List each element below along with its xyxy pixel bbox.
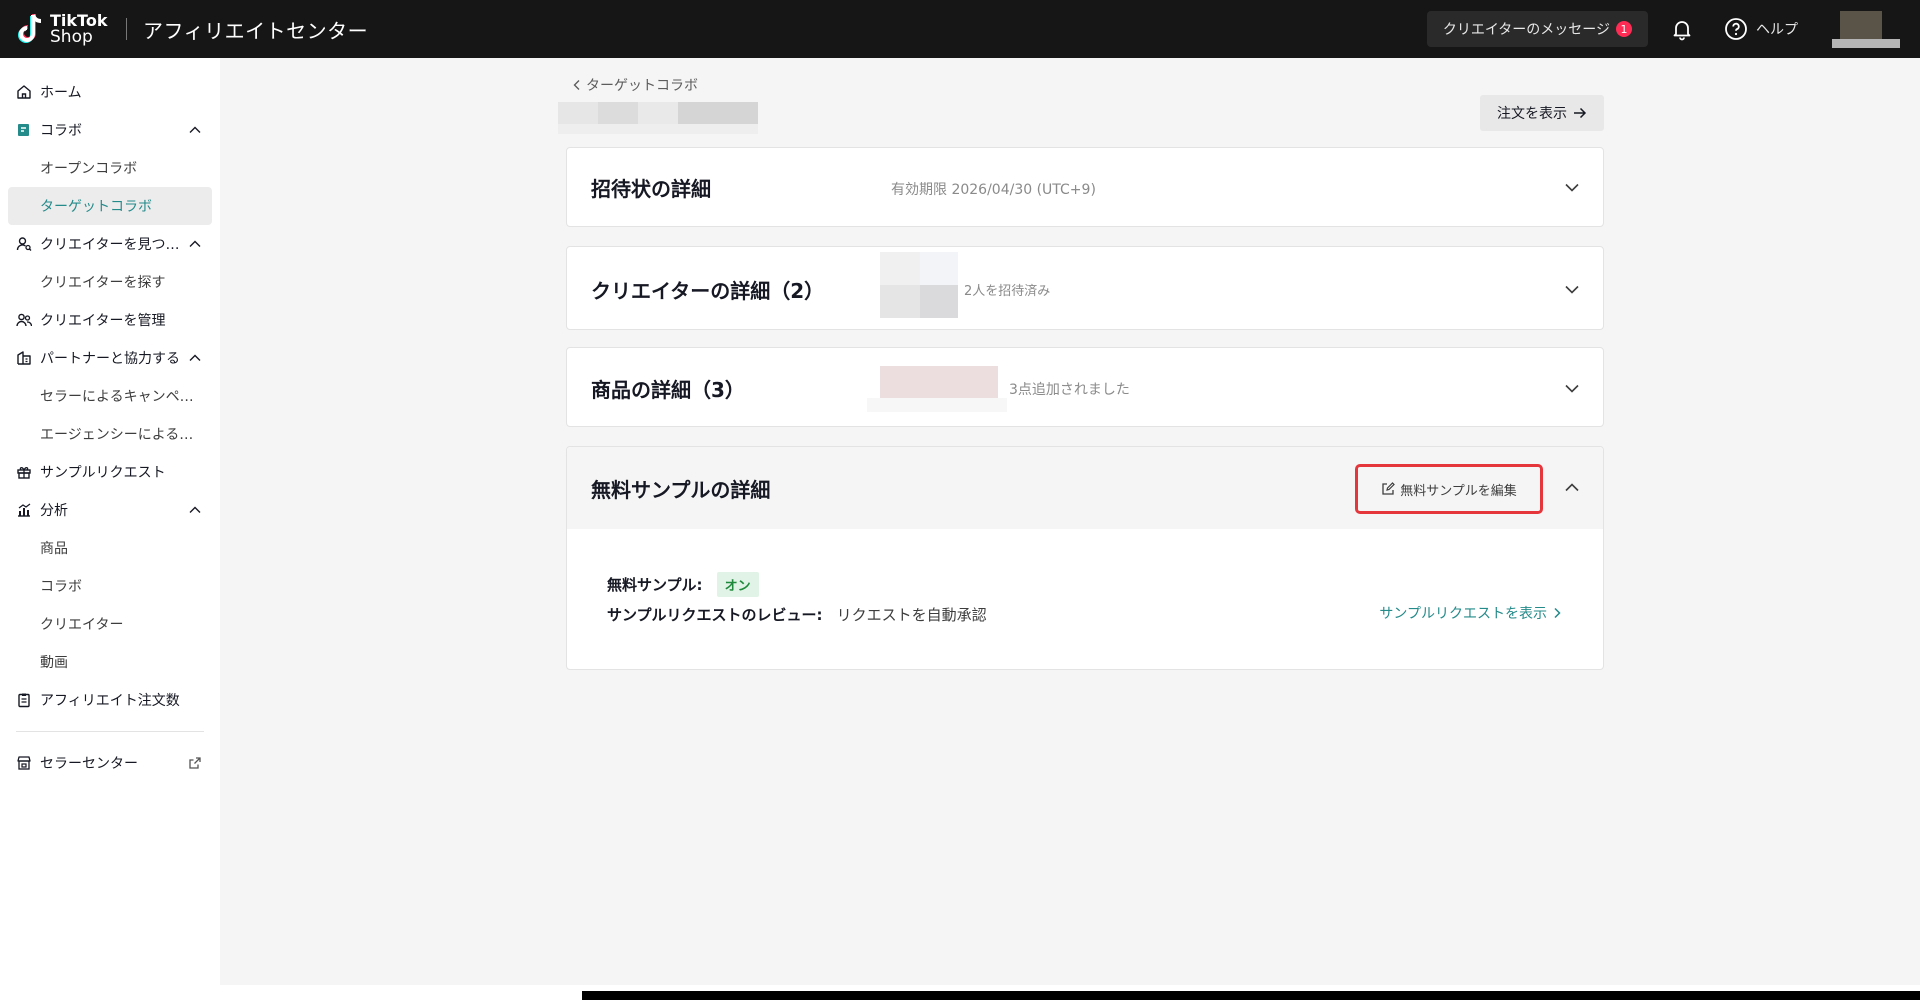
invite-expiry: 有効期限 2026/04/30 (UTC+9) xyxy=(891,182,1096,198)
sidebar-item-agency[interactable]: エージェンシーによる… xyxy=(0,415,220,453)
view-orders-button[interactable]: 注文を表示 xyxy=(1480,95,1604,131)
chevron-down-icon[interactable] xyxy=(1563,178,1581,196)
status-badge: オン xyxy=(716,571,759,597)
sidebar-item-products[interactable]: 商品 xyxy=(0,529,220,567)
sidebar-item-videos[interactable]: 動画 xyxy=(0,643,220,681)
free-sample-details-card: 無料サンプルの詳細 無料サンプルを編集 無料サンプル: オン サンプルリクエスト… xyxy=(566,446,1604,670)
chevron-up-icon[interactable] xyxy=(188,123,202,137)
tiktok-shop-logo[interactable]: TikTok Shop xyxy=(16,0,112,58)
sidebar-item-collab[interactable]: コラボ xyxy=(0,111,220,149)
sidebar-item-sample-request[interactable]: サンプルリクエスト xyxy=(0,453,220,491)
sidebar-item-manage-creators[interactable]: クリエイターを管理 xyxy=(0,301,220,339)
sidebar-item-open-collab[interactable]: オープンコラボ xyxy=(0,149,220,187)
sample-review-label: サンプルリクエストのレビュー: xyxy=(607,605,823,624)
sidebar-divider xyxy=(16,731,204,732)
invite-details-card[interactable]: 招待状の詳細 有効期限 2026/04/30 (UTC+9) xyxy=(566,147,1604,227)
invite-details-title: 招待状の詳細 xyxy=(591,176,711,201)
building-icon xyxy=(17,351,31,365)
collab-name-redacted xyxy=(558,94,784,136)
sidebar-item-partner[interactable]: パートナーと協力する xyxy=(0,339,220,377)
home-icon xyxy=(17,85,31,99)
arrow-right-icon xyxy=(1574,107,1587,119)
question-circle-icon xyxy=(1725,18,1747,40)
creator-messages-button[interactable]: クリエイターのメッセージ 1 xyxy=(1426,11,1648,47)
chevron-left-icon xyxy=(573,80,580,90)
sidebar-item-find-creators[interactable]: クリエイターを見つ… xyxy=(0,225,220,263)
free-sample-row: 無料サンプル: オン xyxy=(607,569,1563,599)
help-label: ヘルプ xyxy=(1756,22,1798,38)
sidebar-item-creators[interactable]: クリエイター xyxy=(0,605,220,643)
chevron-down-icon[interactable] xyxy=(1563,379,1581,397)
top-bar: TikTok Shop アフィリエイトセンター クリエイターのメッセージ 1 ヘ… xyxy=(0,0,1920,58)
find-creator-icon xyxy=(16,237,32,251)
edit-icon xyxy=(1382,482,1396,495)
view-orders-label: 注文を表示 xyxy=(1497,106,1567,122)
edit-free-sample-label: 無料サンプルを編集 xyxy=(1400,483,1517,499)
chevron-right-icon xyxy=(1554,607,1561,619)
logo-line2: Shop xyxy=(50,27,93,47)
product-thumbnails-redacted xyxy=(867,366,1007,412)
sample-review-value: リクエストを自動承認 xyxy=(836,605,987,624)
product-details-title: 商品の詳細（3） xyxy=(591,377,745,402)
chevron-up-icon[interactable] xyxy=(188,503,202,517)
product-details-card[interactable]: 商品の詳細（3） 3点追加されました xyxy=(566,347,1604,427)
creators-invited-summary: 2人を招待済み xyxy=(964,284,1051,299)
app-title: アフィリエイトセンター xyxy=(143,18,369,43)
products-added-summary: 3点追加されました xyxy=(1009,382,1130,398)
edit-free-sample-button[interactable]: 無料サンプルを編集 xyxy=(1355,464,1543,514)
sidebar-item-target-collab[interactable]: ターゲットコラボ xyxy=(8,187,212,225)
free-sample-details-title: 無料サンプルの詳細 xyxy=(591,477,771,502)
creator-details-title: クリエイターの詳細（2） xyxy=(591,278,825,303)
avatar[interactable] xyxy=(1832,9,1900,49)
users-icon xyxy=(16,313,32,327)
analytics-icon xyxy=(18,503,31,517)
view-sample-requests-label: サンプルリクエストを表示 xyxy=(1379,606,1547,622)
chevron-down-icon[interactable] xyxy=(1563,280,1581,298)
chevron-up-icon[interactable] xyxy=(188,351,202,365)
sidebar-item-search-creators[interactable]: クリエイターを探す xyxy=(0,263,220,301)
sidebar: ホーム コラボ オープンコラボ ターゲットコラボ クリエイターを見つ… クリエイ… xyxy=(0,58,220,985)
sidebar-item-seller-campaign[interactable]: セラーによるキャンペ… xyxy=(0,377,220,415)
help-button[interactable]: ヘルプ xyxy=(1724,17,1798,41)
header-divider xyxy=(126,18,127,40)
bottom-bar xyxy=(582,991,1920,1000)
clipboard-icon xyxy=(18,693,30,708)
collab-icon xyxy=(18,124,29,136)
gift-icon xyxy=(17,467,31,479)
creator-avatars-redacted xyxy=(880,252,958,318)
free-sample-label: 無料サンプル: xyxy=(607,575,703,594)
tiktok-logo-icon xyxy=(18,14,42,43)
store-icon xyxy=(17,756,31,770)
sidebar-item-seller-center[interactable]: セラーセンター xyxy=(0,744,220,782)
messages-count-badge: 1 xyxy=(1616,21,1632,37)
sidebar-item-home[interactable]: ホーム xyxy=(0,73,220,111)
breadcrumb[interactable]: ターゲットコラボ xyxy=(572,75,698,95)
chevron-up-icon[interactable] xyxy=(188,237,202,251)
external-link-icon[interactable] xyxy=(188,756,202,770)
creator-details-card[interactable]: クリエイターの詳細（2） 2人を招待済み xyxy=(566,246,1604,330)
chevron-up-icon[interactable] xyxy=(1563,479,1581,497)
sidebar-item-affiliate-orders[interactable]: アフィリエイト注文数 xyxy=(0,681,220,719)
breadcrumb-label: ターゲットコラボ xyxy=(586,78,698,94)
sidebar-item-analytics[interactable]: 分析 xyxy=(0,491,220,529)
creator-messages-label: クリエイターのメッセージ xyxy=(1442,22,1610,38)
view-sample-requests-link[interactable]: サンプルリクエストを表示 xyxy=(1379,603,1561,623)
bell-icon[interactable] xyxy=(1670,17,1694,41)
sidebar-item-collab-analytics[interactable]: コラボ xyxy=(0,567,220,605)
